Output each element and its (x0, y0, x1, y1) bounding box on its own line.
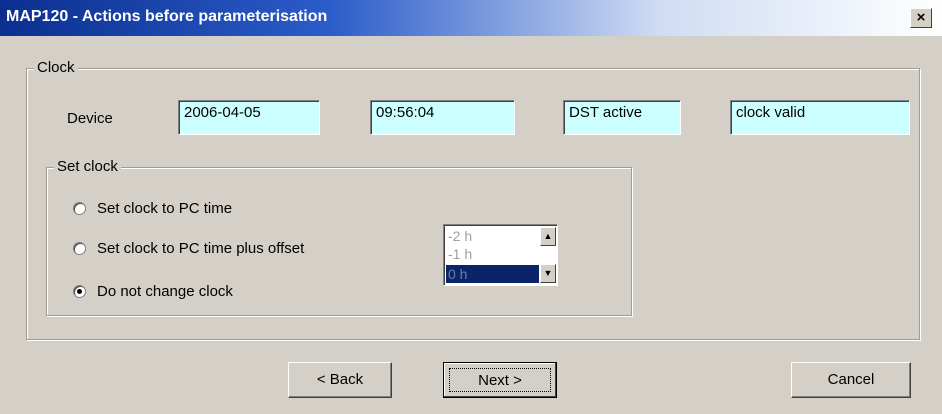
offset-option[interactable]: -1 h (446, 245, 539, 263)
device-label: Device (67, 110, 113, 127)
title-bar: MAP120 - Actions before parameterisation… (0, 0, 942, 36)
set-clock-group-label: Set clock (54, 158, 121, 175)
next-button[interactable]: Next > (443, 362, 557, 398)
radio-button[interactable] (73, 202, 86, 215)
next-button-label: Next > (449, 368, 551, 392)
offset-option[interactable]: -2 h (446, 227, 539, 245)
radio-label: Set clock to PC time plus offset (97, 240, 305, 257)
device-date-field[interactable]: 2006-04-05 (178, 100, 320, 135)
arrow-down-icon: ▼ (543, 268, 553, 278)
offset-listbox[interactable]: -2 h -1 h 0 h ▲ ▼ (443, 224, 558, 286)
radio-button[interactable] (73, 242, 86, 255)
back-button[interactable]: < Back (288, 362, 392, 398)
radio-label: Set clock to PC time (97, 200, 233, 217)
window-title: MAP120 - Actions before parameterisation (6, 8, 328, 25)
radio-set-pc-time-offset[interactable]: Set clock to PC time plus offset (73, 240, 304, 257)
offset-option-selected[interactable]: 0 h (446, 265, 539, 283)
scroll-down-button[interactable]: ▼ (540, 264, 556, 283)
radio-do-not-change[interactable]: Do not change clock (73, 283, 233, 300)
radio-button[interactable] (73, 285, 86, 298)
clock-group-label: Clock (34, 59, 78, 76)
clock-status-field[interactable]: clock valid (730, 100, 910, 135)
scroll-up-button[interactable]: ▲ (540, 227, 556, 246)
cancel-button[interactable]: Cancel (791, 362, 911, 398)
arrow-up-icon: ▲ (543, 231, 553, 241)
close-button[interactable]: × (910, 8, 932, 28)
dst-status-field[interactable]: DST active (563, 100, 681, 135)
radio-label: Do not change clock (97, 283, 233, 300)
radio-set-pc-time[interactable]: Set clock to PC time (73, 200, 232, 217)
device-time-field[interactable]: 09:56:04 (370, 100, 515, 135)
close-icon: × (916, 9, 926, 26)
